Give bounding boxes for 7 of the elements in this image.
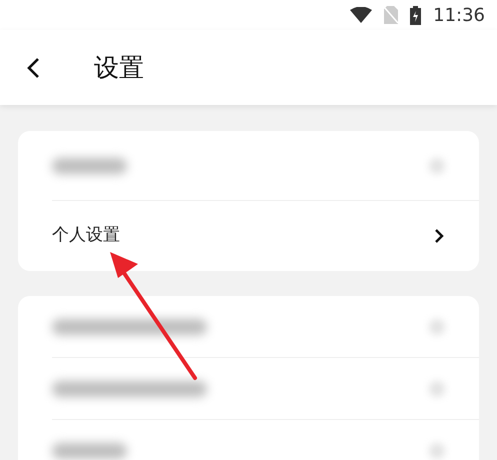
status-time: 11:36 xyxy=(433,4,485,28)
chevron-right-icon xyxy=(433,228,445,244)
row-label: 个人设置 xyxy=(52,224,120,248)
battery-icon xyxy=(410,6,422,24)
page-title: 设置 xyxy=(94,52,144,84)
no-sim-icon xyxy=(384,6,398,24)
wifi-icon xyxy=(350,7,372,23)
